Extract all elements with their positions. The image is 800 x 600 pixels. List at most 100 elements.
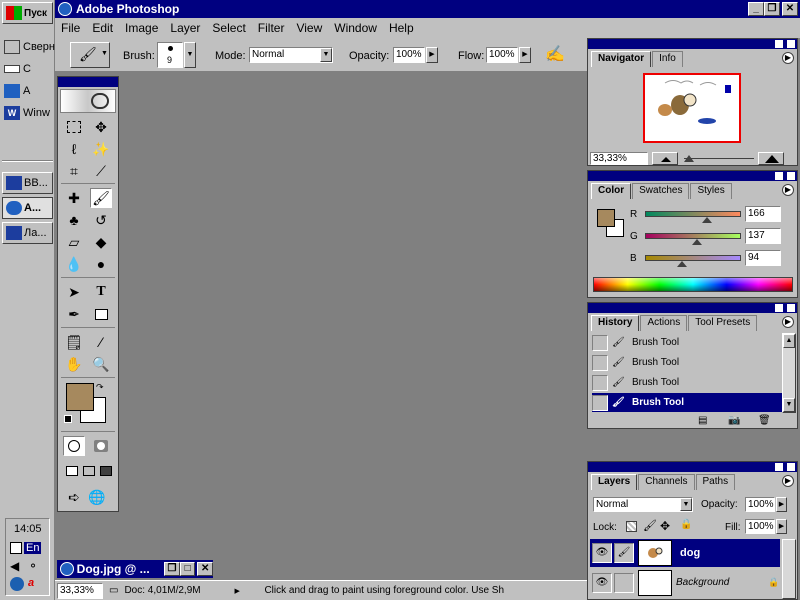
crop-tool-icon[interactable]: ⌗: [63, 161, 85, 181]
hand-tool-icon[interactable]: ✋: [63, 354, 85, 374]
tab-paths[interactable]: Paths: [695, 474, 736, 490]
layer-fill-slider-button[interactable]: ▶: [776, 519, 787, 534]
tab-swatches[interactable]: Swatches: [632, 183, 690, 199]
panel-minimize-icon[interactable]: [775, 40, 783, 48]
history-source-checkbox[interactable]: [592, 394, 608, 411]
panel-menu-icon[interactable]: ▶: [782, 316, 794, 328]
tool-preset-picker[interactable]: 🖌 ▼: [70, 42, 110, 68]
quicklaunch-item-word[interactable]: W Winw: [4, 104, 50, 122]
history-source-checkbox[interactable]: [592, 354, 608, 371]
slice-tool-icon[interactable]: ⟋: [90, 161, 112, 181]
volume-icon[interactable]: ◀: [10, 559, 19, 573]
type-tool-icon[interactable]: T: [90, 282, 112, 302]
history-brush-tool-icon[interactable]: ↺: [90, 210, 112, 230]
eye-visibility-icon[interactable]: 👁: [592, 543, 612, 563]
g-value-input[interactable]: 137: [745, 228, 781, 244]
flow-slider-button[interactable]: ▶: [519, 47, 531, 63]
panel-close-icon[interactable]: [787, 40, 795, 48]
panel-menu-icon[interactable]: ▶: [782, 475, 794, 487]
panel-menu-icon[interactable]: ▶: [782, 184, 794, 196]
tab-color[interactable]: Color: [591, 183, 632, 199]
lock-move-icon[interactable]: ✥: [660, 519, 670, 533]
notes-tool-icon[interactable]: 🗒: [63, 332, 85, 352]
acrobat-icon[interactable]: a: [28, 577, 42, 591]
history-item[interactable]: 🖌 Brush Tool: [592, 373, 782, 392]
path-selection-tool-icon[interactable]: ➤: [63, 282, 85, 302]
r-slider[interactable]: [645, 211, 741, 217]
tab-styles[interactable]: Styles: [690, 183, 732, 199]
panel-titlebar[interactable]: [588, 303, 797, 313]
layer-row-background[interactable]: 👁 Background 🔒: [590, 568, 780, 598]
menu-image[interactable]: Image: [119, 21, 164, 35]
move-tool-icon[interactable]: ✥: [90, 117, 112, 137]
menu-filter[interactable]: Filter: [252, 21, 291, 35]
history-item-selected[interactable]: 🖌 Brush Tool: [592, 393, 782, 412]
tab-info[interactable]: Info: [652, 51, 683, 67]
eyedropper-tool-icon[interactable]: ⁄: [90, 332, 112, 352]
swap-colors-icon[interactable]: ↷: [96, 382, 104, 393]
brush-tool-icon[interactable]: 🖌: [90, 188, 112, 208]
menu-help[interactable]: Help: [383, 21, 420, 35]
tab-channels[interactable]: Channels: [638, 474, 695, 490]
navigator-zoom-handle[interactable]: [684, 155, 694, 162]
brush-link-icon[interactable]: 🖌: [614, 543, 634, 563]
zoom-in-button[interactable]: [758, 152, 784, 165]
history-scrollbar[interactable]: ▲ ▼: [782, 333, 796, 413]
jump-to-imageready-icon[interactable]: ➪: [63, 487, 85, 507]
healing-brush-tool-icon[interactable]: ✚: [63, 188, 85, 208]
panel-close-icon[interactable]: [787, 172, 795, 180]
task-button-3[interactable]: Ла...: [2, 222, 53, 244]
task-button-2[interactable]: А...: [2, 197, 53, 219]
flow-input[interactable]: 100%: [486, 47, 518, 63]
toolbox-titlebar[interactable]: [58, 77, 118, 87]
navigator-zoom-slider[interactable]: [684, 158, 754, 159]
b-slider[interactable]: [645, 255, 741, 261]
globe-icon[interactable]: [10, 577, 24, 591]
doc-close-button[interactable]: ✕: [197, 562, 213, 576]
tab-layers[interactable]: Layers: [591, 474, 638, 490]
lock-paint-icon[interactable]: 🖌: [643, 519, 657, 532]
layer-opacity-input[interactable]: 100%: [745, 497, 775, 512]
quick-mask-mode-icon[interactable]: [90, 436, 112, 456]
scroll-up-icon[interactable]: ▲: [783, 334, 795, 348]
lasso-tool-icon[interactable]: ℓ: [63, 139, 85, 159]
navigator-zoom-input[interactable]: 33,33%: [590, 152, 648, 165]
r-value-input[interactable]: 166: [745, 206, 781, 222]
lock-transparency-icon[interactable]: [626, 521, 637, 532]
imageready-icon[interactable]: 🌐: [86, 487, 108, 507]
tab-navigator[interactable]: Navigator: [591, 51, 652, 67]
layers-scrollbar[interactable]: [782, 539, 796, 599]
panel-close-icon[interactable]: [787, 463, 795, 471]
standard-mode-icon[interactable]: [63, 436, 85, 456]
quicklaunch-minimize[interactable]: Сверн: [4, 38, 55, 56]
clone-stamp-tool-icon[interactable]: ♣: [63, 210, 85, 230]
blend-mode-select[interactable]: Normal ▼: [593, 497, 693, 512]
panel-titlebar[interactable]: [588, 462, 797, 472]
doc-restore-button[interactable]: ❐: [164, 562, 180, 576]
new-document-from-state-icon[interactable]: ▤: [698, 415, 707, 426]
zoom-tool-icon[interactable]: 🔍: [90, 354, 112, 374]
quicklaunch-item-c[interactable]: С: [4, 60, 31, 78]
airbrush-icon[interactable]: ✍: [545, 44, 565, 64]
document-window-minimized[interactable]: Dog.jpg @ ... ❐ □ ✕: [57, 560, 213, 578]
network-icon[interactable]: ⚬: [28, 559, 38, 573]
menu-view[interactable]: View: [290, 21, 328, 35]
full-screen-mode-icon[interactable]: [95, 461, 117, 481]
quicklaunch-item-a[interactable]: А: [4, 82, 30, 100]
rectangle-tool-icon[interactable]: [90, 304, 112, 324]
opacity-input[interactable]: 100%: [393, 47, 425, 63]
history-source-checkbox[interactable]: [592, 334, 608, 351]
menu-edit[interactable]: Edit: [86, 21, 119, 35]
layer-row-dog[interactable]: 👁 🖌 dog: [590, 539, 780, 567]
new-snapshot-icon[interactable]: 📷: [728, 415, 740, 426]
default-colors-icon[interactable]: [64, 415, 72, 423]
task-button-1[interactable]: ВВ...: [2, 172, 53, 194]
history-item[interactable]: 🖌 Brush Tool: [592, 353, 782, 372]
mode-select[interactable]: Normal ▼: [249, 47, 333, 63]
eraser-tool-icon[interactable]: ▱: [63, 232, 85, 252]
minimize-button[interactable]: _: [748, 2, 764, 16]
doc-maximize-button[interactable]: □: [179, 562, 196, 576]
b-slider-handle[interactable]: [677, 261, 687, 267]
status-zoom-input[interactable]: 33,33%: [57, 582, 103, 599]
history-item[interactable]: 🖌 Brush Tool: [592, 333, 782, 352]
